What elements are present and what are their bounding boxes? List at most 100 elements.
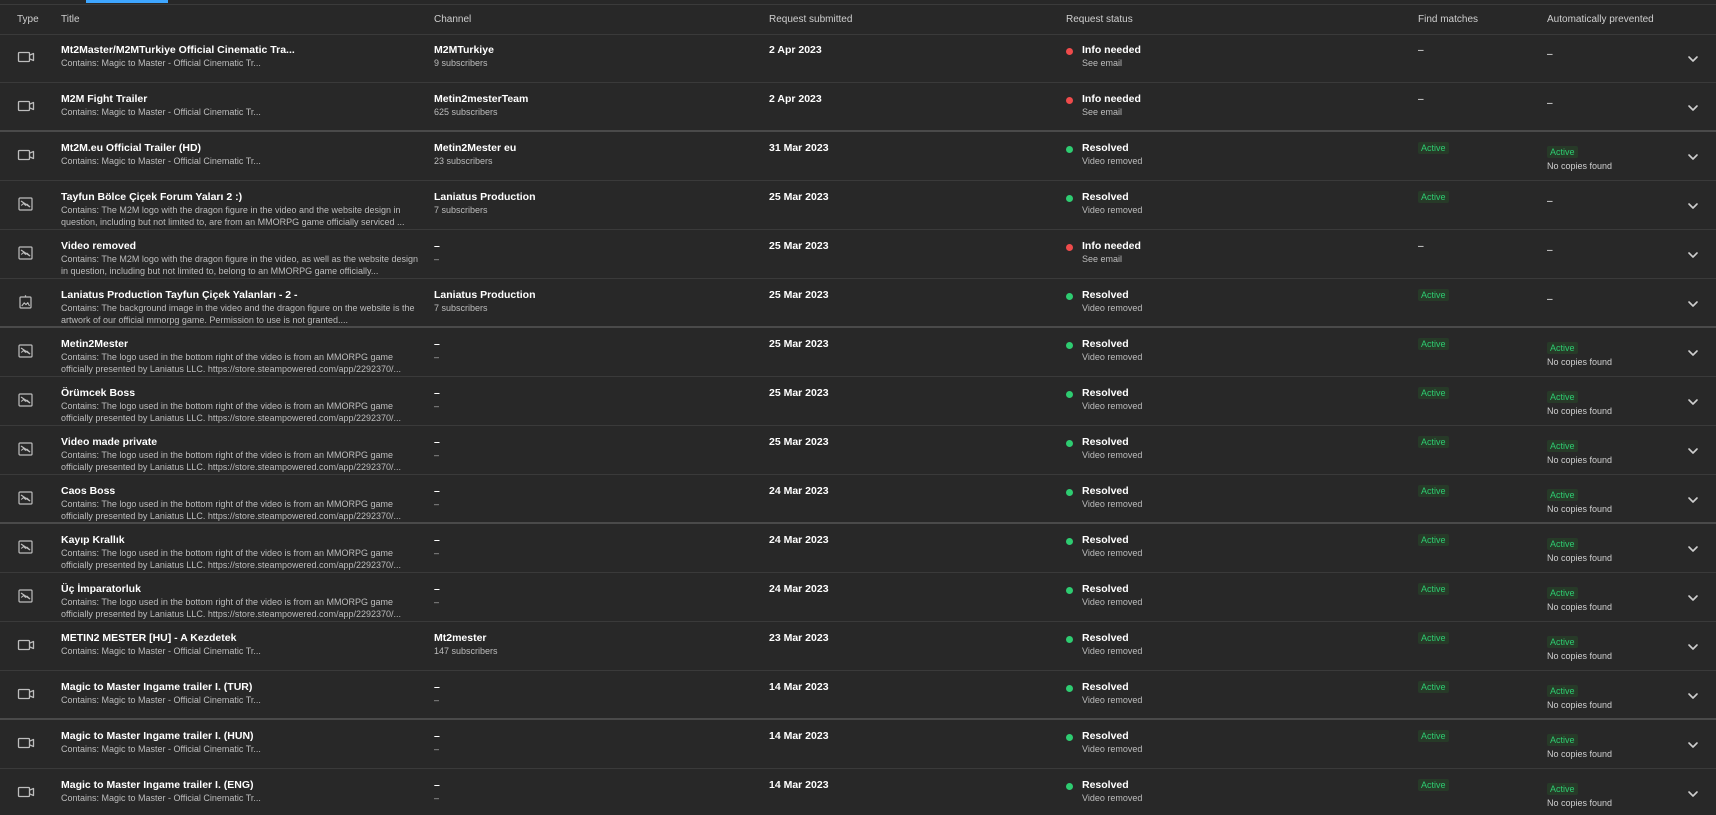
- channel-name: Laniatus Production: [434, 289, 536, 301]
- column-header-title: Title: [61, 14, 80, 25]
- image-icon: [17, 490, 35, 506]
- request-row[interactable]: Caos Boss Contains: The logo used in the…: [0, 475, 1716, 524]
- channel-cell: – –: [434, 387, 754, 412]
- video-icon: [17, 98, 35, 114]
- automatically-prevented-value: –: [1547, 196, 1553, 207]
- request-row[interactable]: Magic to Master Ingame trailer I. (TUR) …: [0, 671, 1716, 720]
- request-status-detail: Video removed: [1082, 205, 1143, 215]
- automatically-prevented-value: Active: [1547, 734, 1578, 746]
- image-icon: [17, 539, 35, 555]
- status-dot-icon: [1066, 146, 1073, 153]
- find-matches-cell: Active: [1418, 289, 1508, 302]
- request-title: Mt2Master/M2MTurkiye Official Cinematic …: [61, 44, 295, 56]
- chevron-down-icon[interactable]: [1686, 493, 1700, 507]
- request-row[interactable]: METIN2 MESTER [HU] - A Kezdetek Contains…: [0, 622, 1716, 671]
- status-dot-icon: [1066, 587, 1073, 594]
- chevron-down-icon[interactable]: [1686, 591, 1700, 605]
- chevron-down-icon[interactable]: [1686, 689, 1700, 703]
- request-title: Tayfun Bölce Çiçek Forum Yaları 2 :): [61, 191, 243, 203]
- find-matches-cell: Active: [1418, 387, 1508, 400]
- chevron-down-icon[interactable]: [1686, 444, 1700, 458]
- find-matches-value: Active: [1418, 534, 1449, 546]
- request-submitted-date: 2 Apr 2023: [769, 44, 822, 56]
- status-dot-icon: [1066, 97, 1073, 104]
- request-title: Magic to Master Ingame trailer I. (TUR): [61, 681, 253, 693]
- request-row[interactable]: Kayıp Krallık Contains: The logo used in…: [0, 524, 1716, 573]
- table-header: Type Title Channel Request submitted Req…: [0, 4, 1716, 35]
- request-row[interactable]: Örümcek Boss Contains: The logo used in …: [0, 377, 1716, 426]
- find-matches-value: Active: [1418, 289, 1449, 301]
- status-dot-icon: [1066, 489, 1073, 496]
- automatically-prevented-cell: Active No copies found: [1547, 436, 1657, 466]
- automatically-prevented-detail: No copies found: [1547, 553, 1613, 563]
- automatically-prevented-value: Active: [1547, 342, 1578, 354]
- video-icon: [17, 735, 35, 751]
- automatically-prevented-value: Active: [1547, 587, 1578, 599]
- column-header-type: Type: [17, 14, 39, 25]
- request-description: Contains: The logo used in the bottom ri…: [61, 499, 402, 521]
- channel-subscribers: 147 subscribers: [434, 646, 498, 656]
- chevron-down-icon[interactable]: [1686, 346, 1700, 360]
- channel-name: –: [434, 485, 440, 497]
- chevron-down-icon[interactable]: [1686, 787, 1700, 801]
- automatically-prevented-detail: No copies found: [1547, 357, 1613, 367]
- request-table-rows: Mt2Master/M2MTurkiye Official Cinematic …: [0, 34, 1716, 815]
- chevron-down-icon[interactable]: [1686, 150, 1700, 164]
- automatically-prevented-detail: No copies found: [1547, 406, 1613, 416]
- channel-name: –: [434, 779, 440, 791]
- request-row[interactable]: Mt2Master/M2MTurkiye Official Cinematic …: [0, 34, 1716, 83]
- automatically-prevented-cell: Active No copies found: [1547, 534, 1657, 564]
- request-status-detail: Video removed: [1082, 695, 1143, 705]
- chevron-down-icon[interactable]: [1686, 297, 1700, 311]
- request-title-cell: Video made private Contains: The logo us…: [61, 436, 421, 473]
- request-row[interactable]: Video removed Contains: The M2M logo wit…: [0, 230, 1716, 279]
- request-status: Info needed: [1082, 93, 1141, 105]
- channel-name: –: [434, 240, 440, 252]
- artwork-icon: [17, 294, 35, 310]
- request-description: Contains: Magic to Master - Official Cin…: [61, 793, 261, 803]
- channel-cell: – –: [434, 779, 754, 804]
- request-row[interactable]: Tayfun Bölce Çiçek Forum Yaları 2 :) Con…: [0, 181, 1716, 230]
- chevron-down-icon[interactable]: [1686, 542, 1700, 556]
- find-matches-cell: –: [1418, 44, 1508, 57]
- chevron-down-icon[interactable]: [1686, 248, 1700, 262]
- request-row[interactable]: M2M Fight Trailer Contains: Magic to Mas…: [0, 83, 1716, 132]
- request-row[interactable]: Magic to Master Ingame trailer I. (HUN) …: [0, 720, 1716, 769]
- channel-cell: – –: [434, 730, 754, 755]
- request-status: Info needed: [1082, 240, 1141, 252]
- channel-cell: – –: [434, 338, 754, 363]
- channel-cell: – –: [434, 583, 754, 608]
- request-title-cell: Caos Boss Contains: The logo used in the…: [61, 485, 421, 522]
- request-status-detail: Video removed: [1082, 548, 1143, 558]
- automatically-prevented-value: Active: [1547, 146, 1578, 158]
- request-row[interactable]: Metin2Mester Contains: The logo used in …: [0, 328, 1716, 377]
- chevron-down-icon[interactable]: [1686, 738, 1700, 752]
- channel-name: –: [434, 681, 440, 693]
- automatically-prevented-cell: Active No copies found: [1547, 779, 1657, 809]
- find-matches-value: –: [1418, 241, 1424, 252]
- chevron-down-icon[interactable]: [1686, 395, 1700, 409]
- chevron-down-icon[interactable]: [1686, 640, 1700, 654]
- request-title: M2M Fight Trailer: [61, 93, 148, 105]
- request-row[interactable]: Mt2M.eu Official Trailer (HD) Contains: …: [0, 132, 1716, 181]
- automatically-prevented-cell: –: [1547, 191, 1657, 209]
- request-row[interactable]: Laniatus Production Tayfun Çiçek Yalanla…: [0, 279, 1716, 328]
- request-title-cell: Mt2M.eu Official Trailer (HD) Contains: …: [61, 142, 421, 167]
- automatically-prevented-cell: Active No copies found: [1547, 485, 1657, 515]
- image-icon: [17, 196, 35, 212]
- automatically-prevented-detail: No copies found: [1547, 749, 1613, 759]
- find-matches-cell: Active: [1418, 730, 1508, 743]
- request-submitted-date: 25 Mar 2023: [769, 387, 829, 399]
- request-row[interactable]: Üç İmparatorluk Contains: The logo used …: [0, 573, 1716, 622]
- automatically-prevented-detail: No copies found: [1547, 161, 1613, 171]
- request-submitted-date: 24 Mar 2023: [769, 534, 829, 546]
- request-status: Resolved: [1082, 632, 1129, 644]
- automatically-prevented-detail: No copies found: [1547, 504, 1613, 514]
- chevron-down-icon[interactable]: [1686, 52, 1700, 66]
- chevron-down-icon[interactable]: [1686, 101, 1700, 115]
- find-matches-value: Active: [1418, 730, 1449, 742]
- request-row[interactable]: Video made private Contains: The logo us…: [0, 426, 1716, 475]
- channel-cell: Metin2Mester eu 23 subscribers: [434, 142, 754, 167]
- chevron-down-icon[interactable]: [1686, 199, 1700, 213]
- request-row[interactable]: Magic to Master Ingame trailer I. (ENG) …: [0, 769, 1716, 815]
